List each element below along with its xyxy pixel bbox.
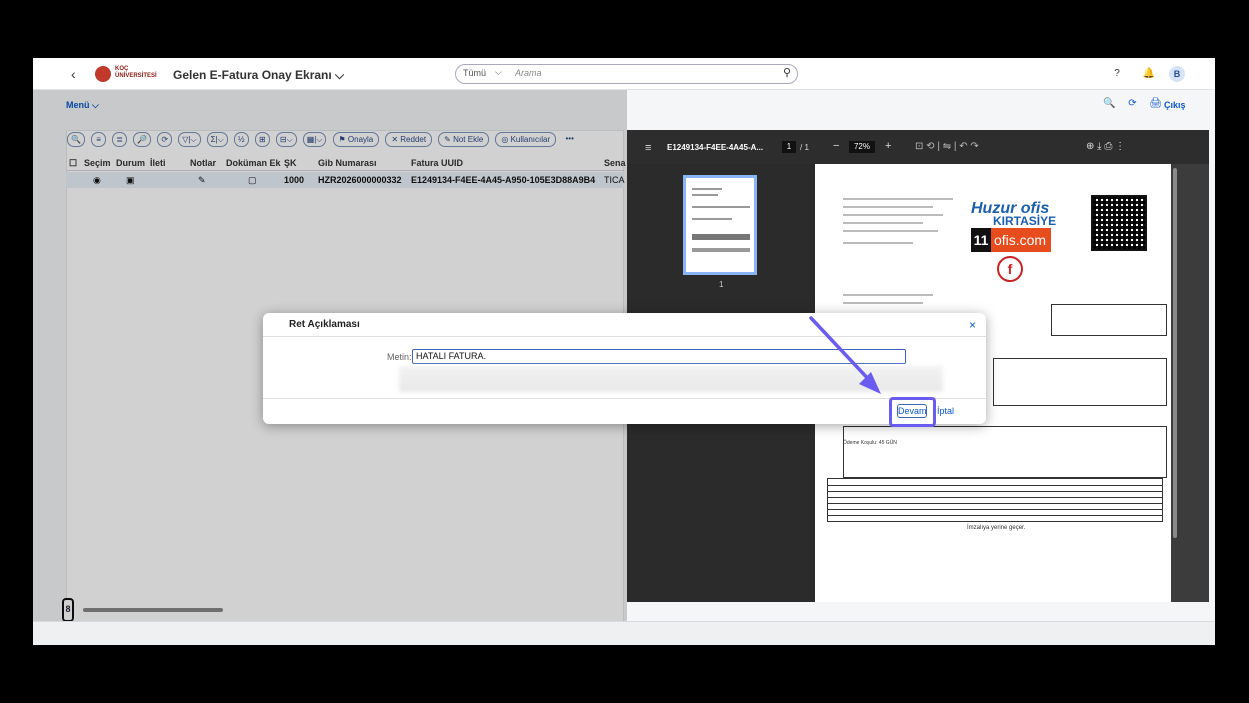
dropdown-shadow (399, 366, 943, 392)
divider (263, 398, 986, 399)
ofis-logo: 11 ofis.com (971, 228, 1051, 252)
dialog-title: Ret Açıklaması (289, 319, 360, 330)
ofis-logo-text: ofis.com (993, 232, 1047, 248)
search-icon[interactable]: ⚲ (783, 66, 791, 79)
text-line (843, 302, 923, 304)
menu-icon[interactable]: ≡ (645, 142, 651, 154)
zoom-out-icon[interactable]: − (833, 140, 839, 152)
cancel-button[interactable]: İptal (937, 406, 954, 416)
app-window: ‹ KOÇ ÜNİVERSİTESİ Gelen E-Fatura Onay E… (33, 58, 1215, 645)
thumbnail-label: 1 (719, 280, 724, 289)
sub-header-actions: 🔍 ⟳ 🖨 (1103, 98, 1172, 109)
print-icon[interactable]: 🖨 (1149, 98, 1162, 109)
text-line (843, 242, 913, 244)
pdf-right-tools[interactable]: ⊕ ⤓ ⎙ ⋮ (1086, 141, 1125, 152)
continue-button[interactable]: Devam (897, 404, 927, 418)
search-input[interactable]: Arama (515, 68, 542, 78)
help-icon[interactable]: ? (1109, 66, 1125, 82)
bank-table (827, 478, 1163, 522)
qr-code-icon (1091, 195, 1147, 251)
signature-note: İmzalıya yerine geçer. (967, 525, 1026, 531)
text-line (843, 230, 938, 232)
zoom-in-icon[interactable]: + (885, 140, 891, 152)
koc-logo-icon (95, 66, 111, 82)
back-button[interactable]: ‹ (71, 66, 76, 82)
search-bar[interactable] (455, 64, 798, 84)
pdf-scrollbar[interactable] (1173, 168, 1177, 538)
text-line (843, 222, 923, 224)
text-line (843, 198, 953, 200)
invoice-info-box (1051, 304, 1167, 336)
text-line (843, 206, 933, 208)
payment-terms: Ödeme Koşulu: 45 GÜN (843, 440, 897, 446)
zoom-level[interactable]: 72% (849, 141, 875, 153)
bell-icon[interactable]: 🔔 (1141, 66, 1157, 82)
page-thumbnail[interactable] (683, 175, 757, 275)
app-title[interactable]: Gelen E-Fatura Onay Ekranı ⌵ (173, 68, 344, 83)
notes-box (843, 426, 1167, 478)
vendor-logo-subtitle: KIRTASİYE (993, 214, 1057, 228)
logo-text: KOÇ ÜNİVERSİTESİ (115, 66, 157, 79)
avatar[interactable]: B (1169, 66, 1185, 82)
close-icon[interactable]: × (969, 318, 976, 332)
text-line (843, 214, 943, 216)
pdf-tools[interactable]: ⊡ ⟲ | ⇋ | ↶ ↷ (915, 141, 979, 152)
page-number-input[interactable]: 1 (782, 141, 796, 153)
page-total: / 1 (800, 143, 809, 152)
logout-button[interactable]: Çıkış (1164, 100, 1186, 110)
search-icon[interactable]: 🔍 (1103, 98, 1115, 109)
line-items-table (993, 358, 1167, 406)
chevron-down-icon[interactable]: ⌵ (495, 67, 502, 78)
ofis-logo-number: 11 (971, 228, 991, 252)
refresh-icon[interactable]: ⟳ (1128, 98, 1136, 109)
footer-bar (33, 621, 1215, 645)
search-scope[interactable]: Tümü (463, 68, 486, 78)
divider (263, 336, 986, 337)
reason-input[interactable]: HATALI FATURA. (412, 349, 906, 364)
text-field-label: Metin: (387, 352, 412, 362)
gib-stamp-icon: f (997, 256, 1023, 282)
text-line (843, 294, 933, 296)
pdf-file-name: E1249134-F4EE-4A45-A... (667, 143, 764, 152)
